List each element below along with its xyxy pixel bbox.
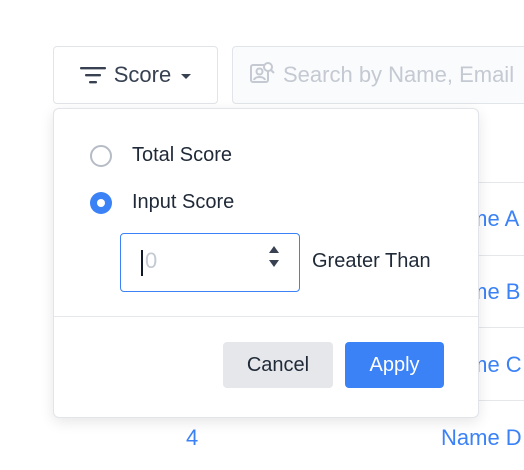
table-row-number[interactable]: 4 <box>186 425 198 451</box>
stepper-down-icon[interactable] <box>269 260 279 267</box>
contact-search-icon <box>249 60 275 91</box>
radio-option-input-score[interactable]: Input Score <box>90 191 234 214</box>
stepper-up-icon[interactable] <box>269 246 279 253</box>
text-cursor <box>141 250 143 276</box>
radio-label: Input Score <box>132 191 235 213</box>
apply-button[interactable]: Apply <box>345 342 444 388</box>
radio-option-total-score[interactable]: Total Score <box>90 144 232 167</box>
number-stepper[interactable] <box>269 246 279 267</box>
radio-checked[interactable] <box>90 191 112 214</box>
radio-unchecked[interactable] <box>90 144 112 167</box>
page: Score e Name A Name B Name C 4 Name D To… <box>0 0 524 470</box>
caret-down-icon <box>181 73 192 79</box>
score-filter-button[interactable]: Score <box>53 46 218 104</box>
score-filter-popover: Total Score Input Score 0 Greater Than C… <box>53 108 479 418</box>
score-input-value: 0 <box>145 248 158 273</box>
search-box[interactable] <box>232 46 524 104</box>
radio-label: Total Score <box>132 144 233 166</box>
filter-icon <box>79 65 106 85</box>
cancel-button[interactable]: Cancel <box>223 342 333 388</box>
comparator-label: Greater Than <box>312 250 431 272</box>
score-number-input[interactable]: 0 <box>120 233 300 292</box>
popover-divider <box>54 316 478 317</box>
score-filter-label: Score <box>113 62 172 87</box>
search-input[interactable] <box>283 62 524 88</box>
table-row-name-link[interactable]: Name D <box>441 425 522 451</box>
